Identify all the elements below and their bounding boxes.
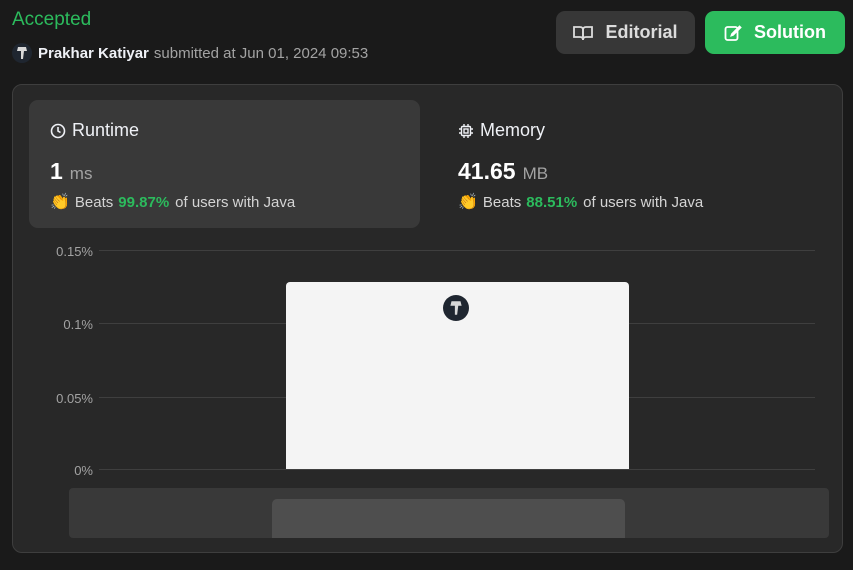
chart-range-scrollbar[interactable] xyxy=(69,488,829,538)
y-tick-label: 0% xyxy=(74,463,93,478)
memory-value-row: 41.65 MB xyxy=(458,158,807,185)
clap-icon: 👏 xyxy=(458,194,478,211)
runtime-header: Runtime xyxy=(50,120,399,141)
runtime-card[interactable]: Runtime 1 ms 👏 Beats 99.87% of users wit… xyxy=(29,100,420,228)
chip-icon xyxy=(459,123,473,138)
editorial-button[interactable]: Editorial xyxy=(556,11,695,54)
y-tick-label: 0.15% xyxy=(56,244,93,259)
memory-value: 41.65 xyxy=(458,158,516,184)
memory-unit: MB xyxy=(522,164,549,183)
memory-header: Memory xyxy=(458,120,807,141)
memory-card[interactable]: Memory 41.65 MB 👏 Beats 88.51% of users … xyxy=(437,100,828,228)
user-avatar-marker[interactable] xyxy=(443,295,469,321)
scrollbar-thumb[interactable] xyxy=(272,499,625,538)
runtime-value-row: 1 ms xyxy=(50,158,399,185)
memory-title: Memory xyxy=(480,120,546,140)
distribution-bar[interactable] xyxy=(286,282,629,469)
memory-beats: 👏 Beats 88.51% of users with Java xyxy=(458,192,807,212)
clock-icon xyxy=(50,123,66,138)
memory-beats-percent: 88.51% xyxy=(526,193,578,211)
submitter-name[interactable]: Prakhar Katiyar xyxy=(38,45,149,62)
submission-status: Accepted xyxy=(12,9,92,30)
submitted-time: submitted at Jun 01, 2024 09:53 xyxy=(153,44,369,62)
edit-icon xyxy=(724,24,742,41)
book-icon xyxy=(573,25,594,40)
runtime-beats-percent: 99.87% xyxy=(118,193,170,211)
clap-icon: 👏 xyxy=(50,194,70,211)
editorial-label: Editorial xyxy=(605,22,678,42)
memory-beats-suffix: of users with Java xyxy=(583,193,704,211)
results-panel: Runtime 1 ms 👏 Beats 99.87% of users wit… xyxy=(12,84,843,553)
runtime-title: Runtime xyxy=(72,120,140,140)
runtime-value: 1 xyxy=(50,158,63,184)
runtime-beats: 👏 Beats 99.87% of users with Java xyxy=(50,192,399,212)
user-avatar[interactable] xyxy=(12,43,32,63)
runtime-beats-suffix: of users with Java xyxy=(175,193,296,211)
submitter-line: Prakhar Katiyar submitted at Jun 01, 202… xyxy=(12,43,368,63)
runtime-unit: ms xyxy=(69,164,93,183)
gridline xyxy=(99,250,815,251)
solution-label: Solution xyxy=(754,22,826,42)
runtime-beats-label: Beats xyxy=(74,193,114,211)
gridline xyxy=(99,469,815,470)
solution-button[interactable]: Solution xyxy=(705,11,845,54)
y-tick-label: 0.05% xyxy=(56,391,93,406)
y-tick-label: 0.1% xyxy=(63,317,93,332)
memory-beats-label: Beats xyxy=(482,193,522,211)
